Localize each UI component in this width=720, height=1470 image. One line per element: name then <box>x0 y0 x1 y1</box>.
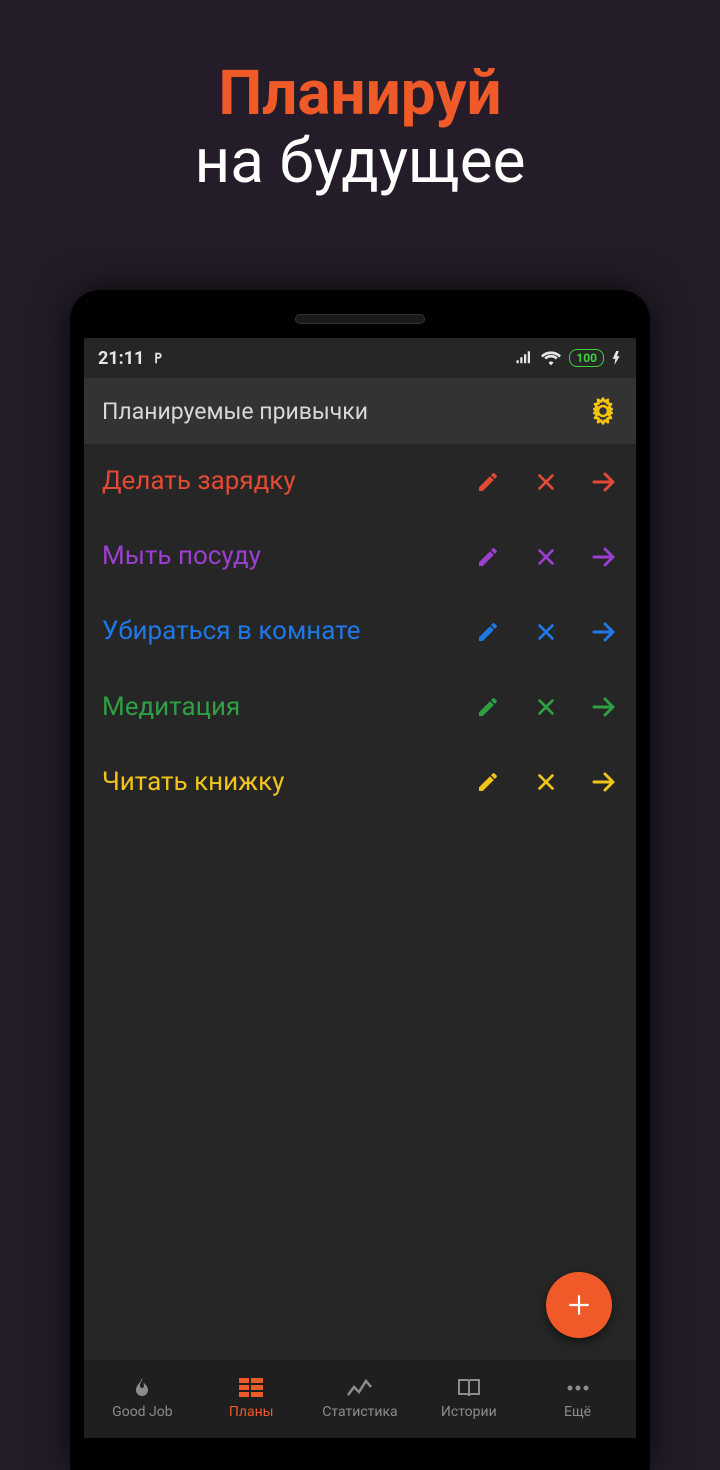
delete-icon[interactable] <box>532 543 560 571</box>
grid-icon <box>239 1375 263 1401</box>
go-icon[interactable] <box>590 543 618 571</box>
charging-icon <box>612 351 622 365</box>
habit-label: Мыть посуду <box>102 541 464 572</box>
nav-label: Статистика <box>322 1404 397 1420</box>
delete-icon[interactable] <box>532 768 560 796</box>
battery-indicator: 100 <box>569 349 604 367</box>
promo-headline: Планируй на будущее <box>0 0 720 196</box>
status-p-icon <box>150 351 164 365</box>
habit-row: Читать книжку <box>84 745 636 820</box>
delete-icon[interactable] <box>532 468 560 496</box>
habit-row: Медитация <box>84 670 636 745</box>
nav-item-stats[interactable]: Статистика <box>306 1375 415 1420</box>
habit-row: Убираться в комнате <box>84 594 636 669</box>
habit-label: Убираться в комнате <box>102 616 464 647</box>
nav-item-stories[interactable]: Истории <box>414 1375 523 1420</box>
status-time: 21:11 <box>98 348 144 369</box>
app-screen: 21:11 100 Планируе <box>84 338 636 1438</box>
nav-label: Good Job <box>112 1404 172 1420</box>
edit-icon[interactable] <box>474 618 502 646</box>
battery-level: 100 <box>576 351 597 365</box>
delete-icon[interactable] <box>532 618 560 646</box>
fire-icon <box>130 1375 154 1401</box>
habit-label: Читать книжку <box>102 767 464 798</box>
go-icon[interactable] <box>590 618 618 646</box>
habit-list: Делать зарядку Мыть посуду Убираться в ком… <box>84 444 636 820</box>
habit-row: Мыть посуду <box>84 519 636 594</box>
nav-label: Планы <box>229 1404 274 1420</box>
promo-line2: на будущее <box>0 128 720 196</box>
habit-row: Делать зарядку <box>84 444 636 519</box>
book-icon <box>457 1375 481 1401</box>
app-bar-title: Планируемые привычки <box>102 398 368 425</box>
edit-icon[interactable] <box>474 543 502 571</box>
add-habit-button[interactable] <box>546 1272 612 1338</box>
promo-line1: Планируй <box>0 60 720 128</box>
chart-line-icon <box>347 1375 373 1401</box>
go-icon[interactable] <box>590 693 618 721</box>
phone-speaker <box>295 314 425 324</box>
status-bar: 21:11 100 <box>84 338 636 378</box>
go-icon[interactable] <box>590 468 618 496</box>
nav-item-more[interactable]: Ещё <box>523 1375 632 1420</box>
habit-label: Делать зарядку <box>102 466 464 497</box>
edit-icon[interactable] <box>474 768 502 796</box>
theme-toggle-button[interactable] <box>588 396 618 426</box>
nav-item-plans[interactable]: Планы <box>197 1375 306 1420</box>
app-bar: Планируемые привычки <box>84 378 636 444</box>
nav-label: Истории <box>441 1404 497 1420</box>
nav-item-goodjob[interactable]: Good Job <box>88 1375 197 1420</box>
nav-label: Ещё <box>564 1404 591 1420</box>
edit-icon[interactable] <box>474 693 502 721</box>
more-icon <box>566 1375 590 1401</box>
bottom-nav: Good Job Планы Статистика Истории <box>84 1360 636 1438</box>
delete-icon[interactable] <box>532 693 560 721</box>
habit-label: Медитация <box>102 692 464 723</box>
signal-icon <box>515 351 533 365</box>
go-icon[interactable] <box>590 768 618 796</box>
edit-icon[interactable] <box>474 468 502 496</box>
wifi-icon <box>541 350 561 366</box>
phone-frame: 21:11 100 Планируе <box>70 290 650 1470</box>
